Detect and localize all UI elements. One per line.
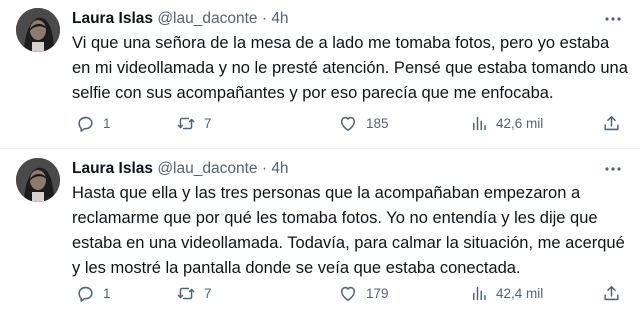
reply-button[interactable]: 1	[76, 112, 111, 134]
views-button[interactable]: 42,6 mil	[470, 112, 543, 134]
avatar[interactable]	[16, 158, 60, 202]
tweet[interactable]: Laura Islas @lau_daconte · 4h Hasta que …	[0, 150, 640, 318]
tweet-divider	[0, 148, 640, 149]
separator: ·	[261, 160, 267, 177]
reply-icon	[76, 114, 95, 133]
retweet-icon	[176, 284, 196, 303]
share-button[interactable]	[602, 112, 621, 134]
tweet-text: Hasta que ella y las tres personas que l…	[72, 184, 625, 277]
retweet-count: 7	[204, 285, 212, 301]
display-name[interactable]: Laura Islas	[72, 160, 153, 177]
user-handle[interactable]: @lau_daconte	[157, 160, 257, 177]
retweet-button[interactable]: 7	[176, 112, 212, 134]
views-icon	[470, 114, 488, 133]
reply-count: 1	[103, 115, 111, 131]
tweet-actions: 1 7 179 42,4 mil	[72, 282, 632, 304]
like-count: 185	[366, 115, 389, 131]
more-icon[interactable]	[600, 156, 626, 182]
tweet[interactable]: Laura Islas @lau_daconte · 4h Vi que una…	[0, 0, 640, 148]
tweet-header: Laura Islas @lau_daconte · 4h	[72, 158, 289, 180]
share-button[interactable]	[602, 282, 621, 304]
retweet-button[interactable]: 7	[176, 282, 212, 304]
views-icon	[470, 284, 488, 303]
avatar[interactable]	[16, 8, 60, 52]
timestamp[interactable]: 4h	[271, 160, 288, 177]
like-count: 179	[366, 285, 389, 301]
views-button[interactable]: 42,4 mil	[470, 282, 543, 304]
display-name[interactable]: Laura Islas	[72, 10, 153, 27]
user-handle[interactable]: @lau_daconte	[157, 10, 257, 27]
tweet-header: Laura Islas @lau_daconte · 4h	[72, 8, 289, 30]
separator: ·	[261, 10, 267, 27]
like-button[interactable]: 179	[338, 282, 389, 304]
reply-count: 1	[103, 285, 111, 301]
share-icon	[602, 114, 621, 133]
tweet-text: Vi que una señora de la mesa de a lado m…	[72, 34, 628, 102]
timestamp[interactable]: 4h	[271, 10, 288, 27]
views-count: 42,6 mil	[496, 115, 544, 131]
more-icon[interactable]	[600, 6, 626, 32]
reply-icon	[76, 284, 95, 303]
heart-icon	[338, 284, 358, 303]
like-button[interactable]: 185	[338, 112, 389, 134]
share-icon	[602, 284, 621, 303]
retweet-count: 7	[204, 115, 212, 131]
views-count: 42,4 mil	[496, 285, 544, 301]
tweet-actions: 1 7 185 42,6 mil	[72, 112, 632, 134]
reply-button[interactable]: 1	[76, 282, 111, 304]
retweet-icon	[176, 114, 196, 133]
heart-icon	[338, 114, 358, 133]
